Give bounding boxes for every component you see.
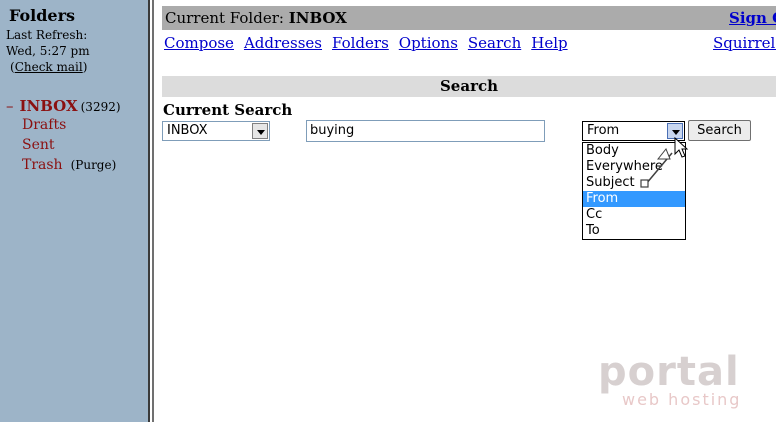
current-search-label: Current Search	[163, 101, 293, 119]
nav-compose[interactable]: Compose	[164, 34, 234, 52]
folder-item-trash[interactable]: Trash (Purge)	[22, 157, 116, 173]
nav-folders[interactable]: Folders	[332, 34, 389, 52]
check-mail-link[interactable]: Check mail	[15, 60, 83, 74]
watermark-line1: portal	[598, 349, 740, 395]
option-cc[interactable]: Cc	[583, 207, 685, 223]
folder-item-inbox[interactable]: – INBOX (3292)	[6, 97, 121, 115]
folder-label-trash[interactable]: Trash	[22, 157, 63, 173]
option-to[interactable]: To	[583, 223, 685, 239]
chevron-down-icon[interactable]	[252, 123, 268, 139]
folder-item-drafts[interactable]: Drafts	[22, 117, 66, 133]
watermark-line2: web hosting	[622, 390, 742, 409]
folder-select-value: INBOX	[167, 123, 208, 138]
mouse-cursor-icon	[674, 137, 689, 158]
current-folder-bar: Current Folder: INBOX Sign O	[162, 6, 776, 30]
folder-pane: Folders Last Refresh: Wed, 5:27 pm (Chec…	[0, 0, 148, 422]
nav-options[interactable]: Options	[399, 34, 458, 52]
folder-item-sent[interactable]: Sent	[22, 137, 55, 153]
folder-label-inbox[interactable]: INBOX	[20, 97, 78, 115]
squirrelmail-link[interactable]: SquirrelM	[713, 34, 776, 52]
search-section-title: Search	[162, 76, 776, 97]
current-folder-value: INBOX	[288, 9, 347, 27]
nav-help[interactable]: Help	[531, 34, 567, 52]
folder-select[interactable]: INBOX	[162, 121, 270, 141]
search-query-input[interactable]: buying	[306, 120, 545, 142]
expand-collapse-icon[interactable]: –	[6, 97, 14, 115]
where-select-value: From	[587, 123, 620, 138]
current-folder-label: Current Folder:	[165, 9, 284, 27]
pane-divider[interactable]	[148, 0, 154, 422]
nav-addresses[interactable]: Addresses	[244, 34, 322, 52]
last-refresh-label: Last Refresh:	[6, 28, 88, 42]
purge-link[interactable]: (Purge)	[71, 158, 117, 172]
sign-out-link[interactable]: Sign O	[729, 9, 776, 27]
inbox-unread-count: (3292)	[80, 100, 121, 114]
check-mail-wrapper: (Check mail)	[10, 60, 88, 74]
search-button[interactable]: Search	[688, 120, 751, 141]
folders-title: Folders	[8, 6, 76, 25]
current-folder: Current Folder: INBOX	[165, 9, 347, 27]
portal-watermark-logo: portal web hosting	[598, 352, 748, 409]
option-from[interactable]: From	[583, 191, 685, 207]
search-where-select[interactable]: From	[582, 121, 685, 141]
main-nav: Compose Addresses Folders Options Search Help	[164, 34, 578, 52]
last-refresh-time: Wed, 5:27 pm	[6, 44, 90, 58]
nav-search[interactable]: Search	[468, 34, 521, 52]
